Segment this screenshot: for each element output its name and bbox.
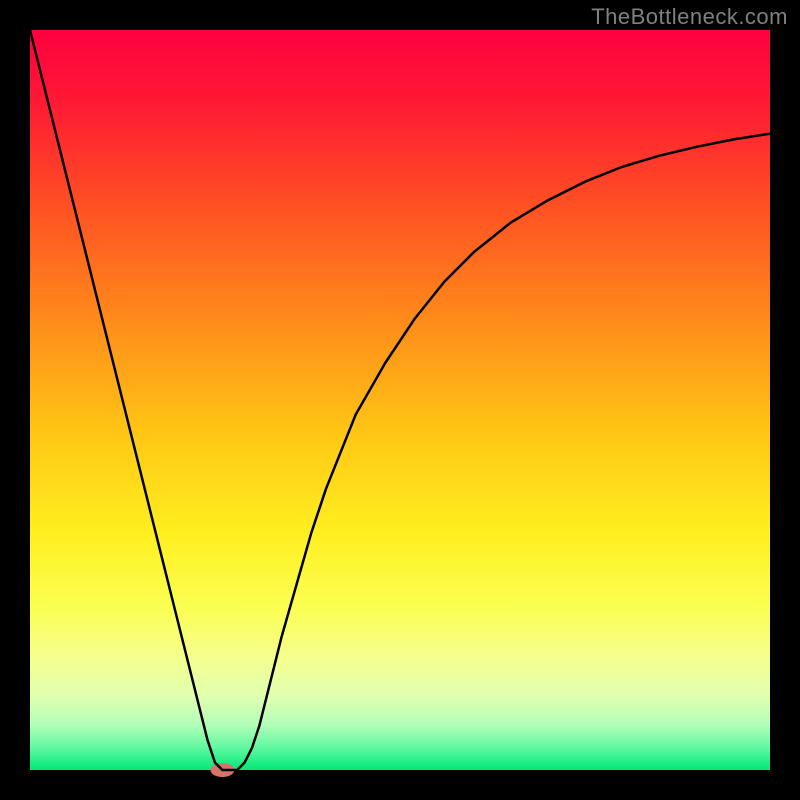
watermark-text: TheBottleneck.com [591, 4, 788, 30]
chart-frame: TheBottleneck.com [0, 0, 800, 800]
plot-background [30, 30, 770, 770]
bottleneck-chart [0, 0, 800, 800]
